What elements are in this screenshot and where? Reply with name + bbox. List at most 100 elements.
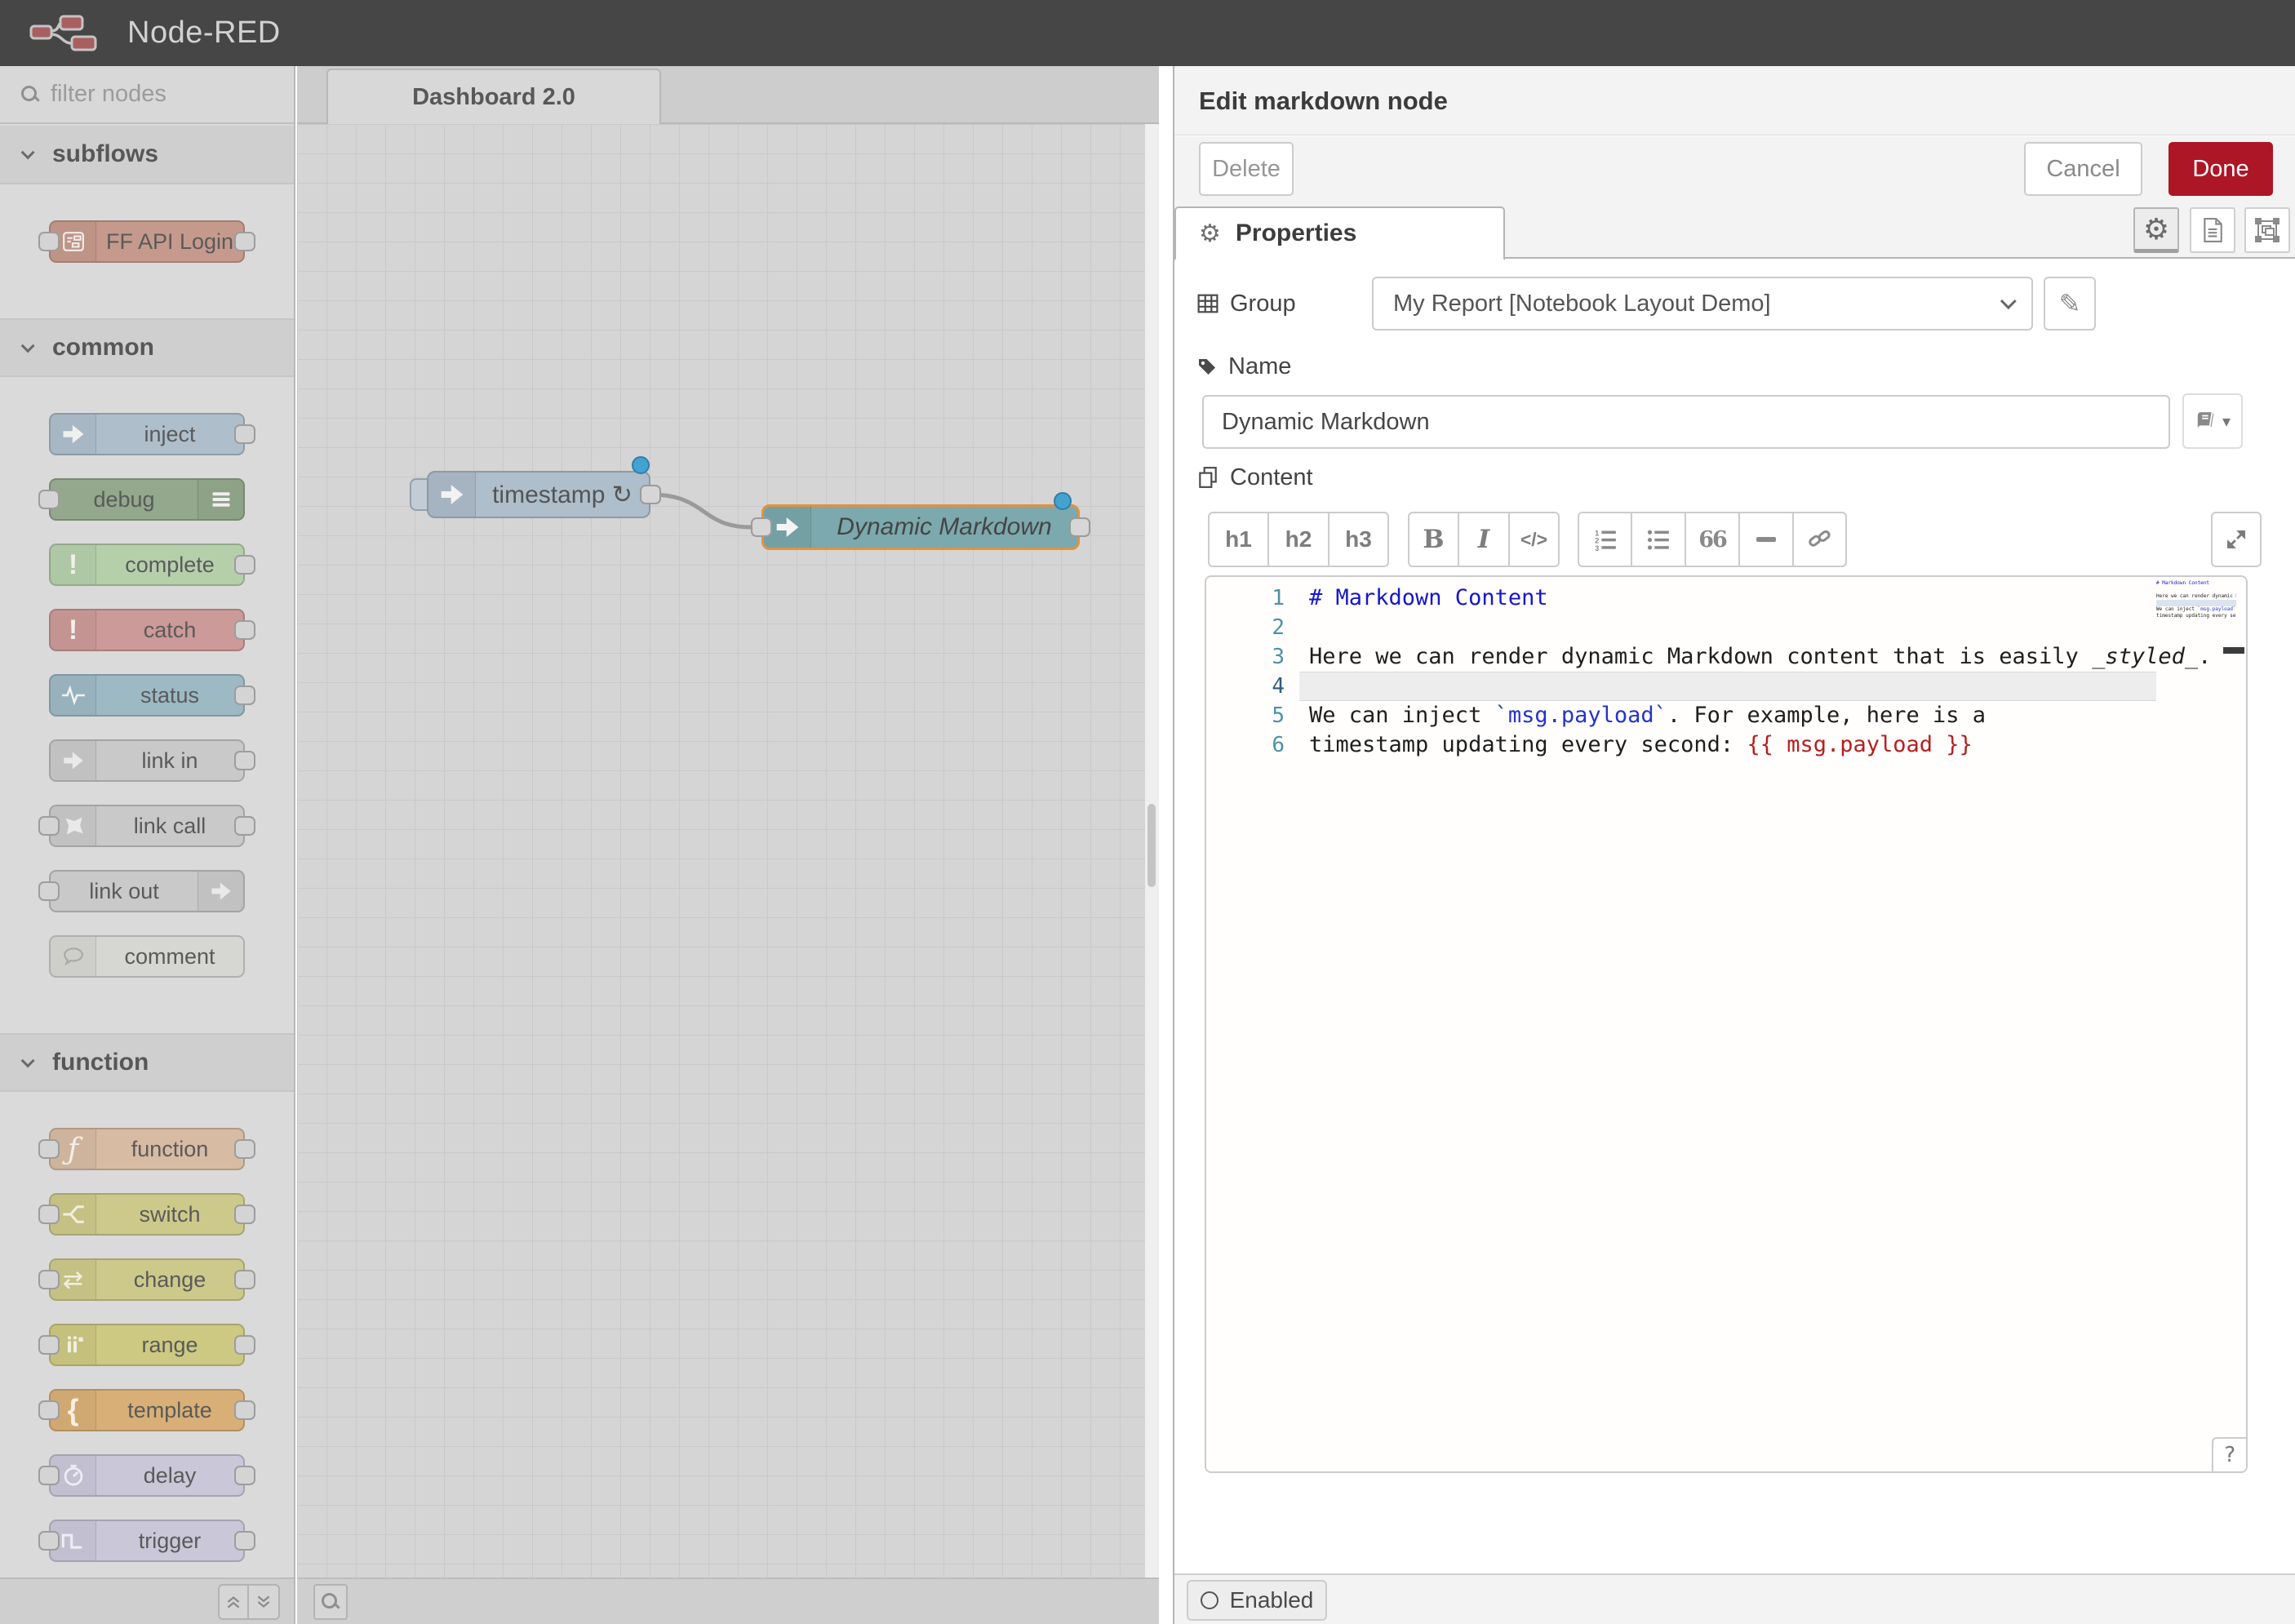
bold-button[interactable]: B [1408, 512, 1458, 567]
h3-button[interactable]: h3 [1329, 512, 1389, 567]
flow-node-dynamic-markdown[interactable]: Dynamic Markdown [761, 504, 1080, 550]
input-port[interactable] [38, 816, 60, 836]
dialog-footer: Enabled [1174, 1573, 2295, 1624]
output-port[interactable] [234, 1466, 255, 1485]
insert-link-button[interactable] [1793, 512, 1847, 567]
edit-group-button[interactable]: ✎ [2044, 277, 2096, 331]
expand-diagonal-icon [2226, 529, 2247, 550]
palette-search[interactable] [0, 66, 294, 124]
output-port[interactable] [234, 1400, 255, 1420]
code-button[interactable]: </> [1509, 512, 1560, 567]
palette-node-function[interactable]: ƒ function [49, 1128, 245, 1170]
input-port[interactable] [38, 1335, 60, 1355]
output-port[interactable] [234, 686, 255, 705]
enabled-toggle-button[interactable]: Enabled [1187, 1580, 1327, 1621]
palette-node-change[interactable]: ⇄ change [49, 1258, 245, 1301]
cancel-button[interactable]: Cancel [2024, 142, 2142, 196]
input-port[interactable] [38, 881, 60, 901]
palette-node-complete[interactable]: ! complete [49, 544, 245, 586]
group-select[interactable]: My Report [Notebook Layout Demo] [1372, 277, 2033, 331]
name-input[interactable] [1202, 395, 2170, 449]
palette-node-catch[interactable]: ! catch [49, 609, 245, 651]
input-port[interactable] [38, 1400, 60, 1420]
palette-node-debug[interactable]: debug [49, 478, 245, 521]
category-subflows[interactable]: subflows [0, 126, 294, 184]
line-number: 5 [1206, 701, 1285, 730]
expand-editor-button[interactable] [2211, 512, 2262, 567]
canvas-search-button[interactable] [313, 1584, 348, 1620]
app-header: Node-RED [0, 0, 2295, 66]
output-port[interactable] [234, 1205, 255, 1224]
palette-node-ff-api-login[interactable]: FF API Login [49, 220, 245, 263]
horizontal-rule-button[interactable] [1739, 512, 1793, 567]
output-port[interactable] [640, 485, 661, 504]
appearance-tab-button[interactable] [2244, 207, 2290, 253]
palette-node-link-in[interactable]: link in [49, 739, 245, 782]
canvas-vertical-scrollbar[interactable] [1145, 124, 1159, 1577]
description-tab-button[interactable] [2190, 207, 2235, 253]
output-port[interactable] [234, 1270, 255, 1289]
palette-node-trigger[interactable]: trigger [49, 1520, 245, 1562]
svg-text:3: 3 [1595, 544, 1599, 551]
h2-button[interactable]: h2 [1268, 512, 1329, 567]
wire[interactable] [297, 124, 1145, 1577]
code-line-5: We can inject `msg.payload`. For example… [1309, 701, 1986, 730]
scrollbar-thumb[interactable] [1148, 804, 1156, 887]
comment-bubble-icon [51, 937, 96, 976]
document-icon [2202, 218, 2223, 242]
output-port[interactable] [234, 555, 255, 575]
output-port[interactable] [234, 751, 255, 770]
unordered-list-button[interactable] [1631, 512, 1685, 567]
output-port[interactable] [234, 424, 255, 444]
blockquote-button[interactable]: 66 [1685, 512, 1739, 567]
output-port[interactable] [234, 1139, 255, 1159]
enabled-state-icon [1201, 1591, 1219, 1609]
flow-node-timestamp[interactable]: timestamp ↻ [427, 471, 650, 518]
input-port[interactable] [751, 517, 772, 537]
tab-properties[interactable]: ⚙ Properties [1174, 206, 1505, 260]
output-port[interactable] [234, 1531, 255, 1551]
input-port[interactable] [38, 1205, 60, 1224]
output-port[interactable] [234, 816, 255, 836]
minimap-current-line [2156, 600, 2236, 606]
output-port[interactable] [1069, 517, 1090, 537]
name-type-button[interactable]: ▾ [2182, 393, 2243, 449]
h1-button[interactable]: h1 [1208, 512, 1268, 567]
collapse-all-button[interactable] [218, 1584, 249, 1620]
palette-node-inject[interactable]: inject [49, 413, 245, 455]
ordered-list-button[interactable]: 123 [1578, 512, 1631, 567]
italic-button[interactable]: I [1458, 512, 1509, 567]
markdown-heading-group: h1 h2 h3 [1208, 512, 1389, 567]
palette-node-link-call[interactable]: link call [49, 805, 245, 847]
input-port[interactable] [38, 232, 60, 251]
input-port[interactable] [38, 1531, 60, 1551]
palette-node-link-out[interactable]: link out [49, 870, 245, 912]
palette-node-delay[interactable]: delay [49, 1454, 245, 1497]
output-port[interactable] [234, 620, 255, 640]
editor-minimap[interactable]: # Markdown Content Here we can render dy… [2156, 580, 2236, 686]
output-port[interactable] [234, 1335, 255, 1355]
delete-button[interactable]: Delete [1199, 142, 1294, 196]
input-port[interactable] [38, 490, 60, 509]
editor-help-button[interactable]: ? [2212, 1437, 2246, 1471]
palette-node-template[interactable]: { template [49, 1389, 245, 1431]
output-port[interactable] [234, 232, 255, 251]
flow-canvas[interactable]: timestamp ↻ Dynamic Markdown [297, 124, 1145, 1577]
palette-node-range[interactable]: range [49, 1324, 245, 1366]
palette-filter-input[interactable] [51, 81, 295, 108]
expand-all-button[interactable] [249, 1584, 280, 1620]
done-button[interactable]: Done [2168, 142, 2273, 196]
tab-dashboard-2-0[interactable]: Dashboard 2.0 [326, 69, 661, 126]
palette-node-status[interactable]: status [49, 674, 245, 717]
category-common[interactable]: common [0, 318, 294, 377]
input-port[interactable] [38, 1139, 60, 1159]
palette-node-switch[interactable]: switch [49, 1193, 245, 1236]
markdown-code-editor[interactable]: 1 2 3 4 5 6 # Markdown Content Here we c… [1205, 575, 2248, 1473]
properties-tab-button[interactable]: ⚙ [2133, 207, 2179, 253]
input-port[interactable] [38, 1466, 60, 1485]
category-function[interactable]: function [0, 1033, 294, 1092]
current-line-highlight [1299, 672, 2156, 701]
copy-pages-icon [1197, 466, 1219, 489]
palette-node-comment[interactable]: comment [49, 935, 245, 978]
input-port[interactable] [38, 1270, 60, 1289]
